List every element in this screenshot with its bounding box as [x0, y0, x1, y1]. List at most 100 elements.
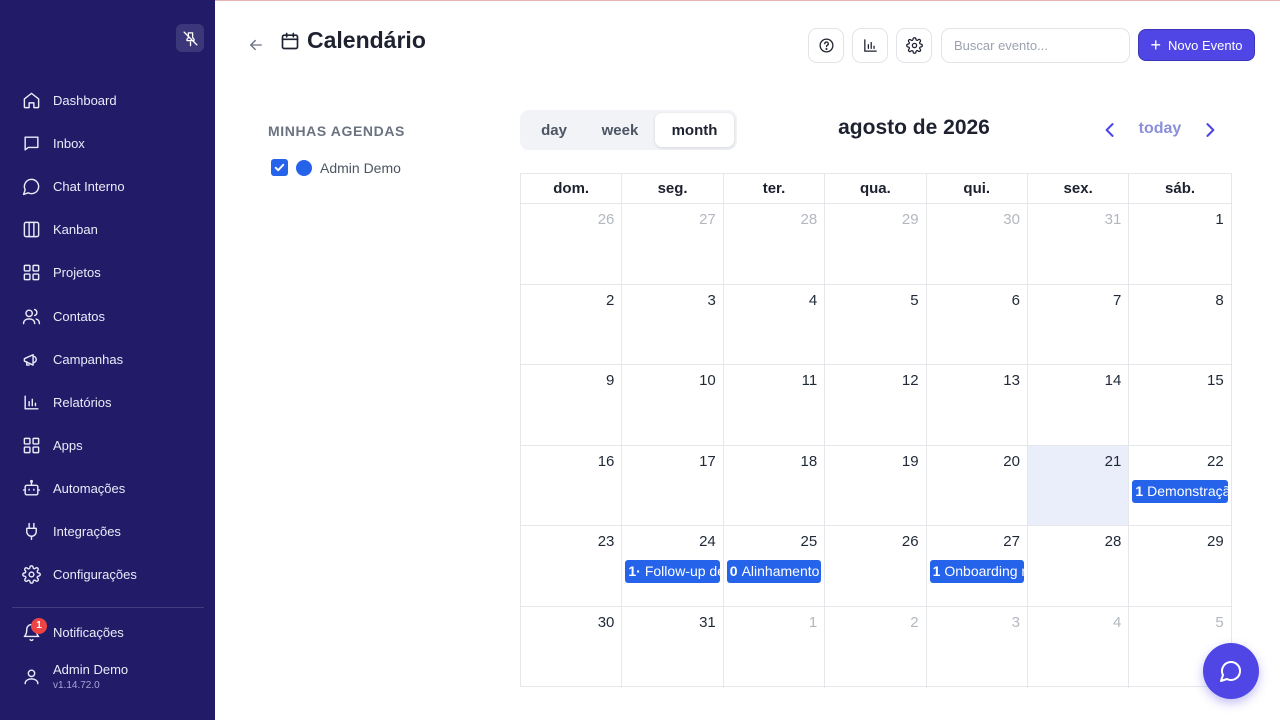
- day-number[interactable]: 3: [707, 292, 715, 309]
- day-cell[interactable]: 1: [724, 606, 826, 688]
- day-cell[interactable]: 30: [927, 204, 1028, 284]
- day-cell[interactable]: 11: [724, 365, 826, 445]
- day-number[interactable]: 7: [1113, 292, 1121, 309]
- day-cell[interactable]: 23: [521, 526, 623, 606]
- day-number[interactable]: 26: [598, 211, 615, 228]
- prev-month-button[interactable]: [1099, 119, 1121, 141]
- sidebar-item-apps[interactable]: Apps: [0, 424, 215, 467]
- sidebar-item-dashboard[interactable]: Dashboard: [0, 79, 215, 122]
- day-number[interactable]: 18: [800, 453, 817, 470]
- day-cell[interactable]: 9: [521, 365, 623, 445]
- day-cell[interactable]: 17: [622, 445, 724, 526]
- day-cell[interactable]: 2: [521, 284, 623, 365]
- settings-button[interactable]: [896, 28, 932, 63]
- day-number[interactable]: 25: [800, 533, 817, 550]
- day-cell[interactable]: 28: [1028, 526, 1130, 606]
- day-number[interactable]: 26: [902, 533, 919, 550]
- chat-fab-button[interactable]: [1203, 643, 1259, 699]
- day-cell[interactable]: 20: [927, 445, 1028, 526]
- day-cell[interactable]: 19: [825, 445, 927, 526]
- day-cell[interactable]: 4: [1028, 606, 1130, 688]
- day-number[interactable]: 1: [809, 614, 817, 631]
- day-cell[interactable]: 6: [927, 284, 1028, 365]
- back-arrow-icon[interactable]: [247, 36, 265, 54]
- view-day-button[interactable]: day: [523, 113, 585, 147]
- day-number[interactable]: 4: [1113, 614, 1121, 631]
- sidebar-item-chat-interno[interactable]: Chat Interno: [0, 165, 215, 208]
- day-number[interactable]: 3: [1012, 614, 1020, 631]
- day-number[interactable]: 1: [1215, 211, 1223, 228]
- day-cell[interactable]: 27 1 Onboarding n: [927, 526, 1028, 606]
- day-number[interactable]: 8: [1215, 292, 1223, 309]
- day-cell[interactable]: 31: [1028, 204, 1130, 284]
- day-number[interactable]: 31: [699, 614, 716, 631]
- day-cell[interactable]: 3: [927, 606, 1028, 688]
- day-cell[interactable]: 30: [521, 606, 623, 688]
- day-cell[interactable]: 26: [521, 204, 623, 284]
- day-cell[interactable]: 4: [724, 284, 826, 365]
- calendar-event[interactable]: 1 Demonstraçã: [1132, 479, 1228, 503]
- day-number[interactable]: 24: [699, 533, 716, 550]
- day-number[interactable]: 20: [1003, 453, 1020, 470]
- view-week-button[interactable]: week: [585, 113, 655, 147]
- day-cell[interactable]: 28: [724, 204, 826, 284]
- day-number[interactable]: 15: [1207, 372, 1224, 389]
- day-number[interactable]: 2: [606, 292, 614, 309]
- day-number[interactable]: 17: [699, 453, 716, 470]
- day-cell[interactable]: 7: [1028, 284, 1130, 365]
- day-number[interactable]: 13: [1003, 372, 1020, 389]
- sidebar-item-configuracoes[interactable]: Configurações: [0, 553, 215, 596]
- day-number[interactable]: 28: [800, 211, 817, 228]
- day-number[interactable]: 14: [1105, 372, 1122, 389]
- search-event-input[interactable]: [941, 28, 1130, 63]
- day-cell[interactable]: 15: [1129, 365, 1230, 445]
- day-number[interactable]: 12: [902, 372, 919, 389]
- view-month-button[interactable]: month: [655, 113, 734, 147]
- calendar-event[interactable]: 1· Follow-up de: [625, 560, 720, 584]
- day-cell[interactable]: 16: [521, 445, 623, 526]
- day-cell[interactable]: 18: [724, 445, 826, 526]
- stats-button[interactable]: [852, 28, 888, 63]
- day-number[interactable]: 9: [606, 372, 614, 389]
- day-cell-today[interactable]: 21: [1027, 445, 1130, 526]
- day-number[interactable]: 31: [1105, 211, 1122, 228]
- day-number[interactable]: 27: [1003, 533, 1020, 550]
- day-number[interactable]: 2: [910, 614, 918, 631]
- sidebar-item-contatos[interactable]: Contatos: [0, 294, 215, 337]
- day-cell[interactable]: 2: [825, 606, 927, 688]
- day-cell[interactable]: 27: [622, 204, 724, 284]
- day-number[interactable]: 23: [598, 533, 615, 550]
- day-number[interactable]: 5: [910, 292, 918, 309]
- day-number[interactable]: 11: [802, 372, 818, 389]
- calendar-event[interactable]: 0 Alinhamento: [726, 560, 822, 584]
- day-cell[interactable]: 13: [927, 365, 1028, 445]
- day-cell[interactable]: 1: [1129, 204, 1230, 284]
- agenda-item[interactable]: Admin Demo: [271, 159, 401, 176]
- user-profile[interactable]: Admin Demo v1.14.72.0: [22, 662, 128, 691]
- day-number[interactable]: 21: [1105, 453, 1122, 470]
- sidebar-item-projetos[interactable]: Projetos: [0, 251, 215, 294]
- day-number[interactable]: 4: [809, 292, 817, 309]
- day-cell[interactable]: 22 1 Demonstraçã: [1129, 446, 1230, 526]
- day-cell[interactable]: 14: [1028, 365, 1130, 445]
- sidebar-item-kanban[interactable]: Kanban: [0, 208, 215, 251]
- sidebar-item-inbox[interactable]: Inbox: [0, 122, 215, 165]
- day-cell[interactable]: 31: [622, 606, 724, 688]
- day-number[interactable]: 16: [598, 453, 615, 470]
- today-button[interactable]: today: [1132, 120, 1188, 138]
- next-month-button[interactable]: [1199, 119, 1221, 141]
- day-number[interactable]: 19: [902, 453, 919, 470]
- help-button[interactable]: [808, 28, 844, 63]
- day-cell[interactable]: 29: [825, 204, 927, 284]
- unpin-sidebar-button[interactable]: [176, 24, 204, 52]
- new-event-button[interactable]: + Novo Evento: [1138, 29, 1255, 61]
- day-cell[interactable]: 12: [825, 365, 927, 445]
- day-number[interactable]: 29: [902, 211, 919, 228]
- day-cell[interactable]: 25 0 Alinhamento: [724, 526, 826, 606]
- sidebar-item-notifications[interactable]: 1 Notificações: [22, 617, 124, 644]
- day-number[interactable]: 5: [1215, 614, 1223, 631]
- agenda-checkbox[interactable]: [271, 159, 288, 176]
- calendar-event[interactable]: 1 Onboarding n: [929, 560, 1024, 584]
- day-cell[interactable]: 8: [1129, 285, 1230, 365]
- day-number[interactable]: 27: [699, 211, 716, 228]
